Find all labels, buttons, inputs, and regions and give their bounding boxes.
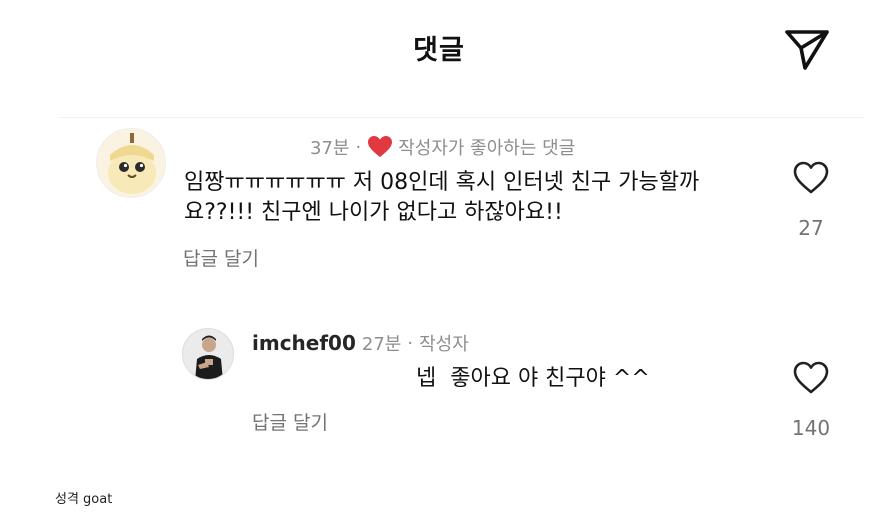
like-count: 27 — [798, 216, 824, 240]
heart-outline-icon[interactable] — [793, 361, 829, 395]
reply-username[interactable]: imchef00 — [252, 331, 356, 355]
meta-separator: · — [355, 136, 362, 158]
meta-separator: · — [407, 332, 414, 354]
reply-time: 27분 — [361, 334, 402, 355]
liked-by-author-label: 작성자가 좋아하는 댓글 — [398, 138, 576, 159]
comment-time: 37분 — [310, 138, 350, 159]
like-count: 140 — [791, 416, 831, 440]
reply-text: 넵 좋아요 야 친구야 ^^ — [416, 366, 650, 391]
reply-avatar[interactable] — [182, 328, 234, 380]
post-caption: 성격 goat — [55, 492, 113, 507]
comment-meta: 37분 · 작성자가 좋아하는 댓글 — [310, 134, 575, 160]
reply-button[interactable]: 답글 달기 — [252, 408, 328, 435]
reply-button[interactable]: 답글 달기 — [183, 244, 259, 271]
comments-screen: 댓글 37분 · 작성자가 좋아하는 댓글 임짱ㅠㅠㅠㅠㅠㅠ 저 08인데 혹시… — [0, 0, 878, 480]
red-heart-icon — [368, 136, 393, 157]
character-avatar-icon — [97, 129, 165, 197]
paper-plane-icon[interactable] — [783, 26, 831, 72]
heart-outline-icon[interactable] — [793, 161, 829, 195]
page-title: 댓글 — [413, 35, 465, 66]
header-divider — [58, 117, 864, 118]
reply-meta: imchef00 27분 · 작성자 — [252, 330, 469, 356]
avatar[interactable] — [96, 128, 166, 198]
author-badge: 작성자 — [419, 334, 469, 355]
person-avatar-icon — [183, 329, 233, 379]
comment-text: 임짱ㅠㅠㅠㅠㅠㅠ 저 08인데 혹시 인터넷 친구 가능할까요??!!! 친구엔… — [184, 170, 700, 225]
